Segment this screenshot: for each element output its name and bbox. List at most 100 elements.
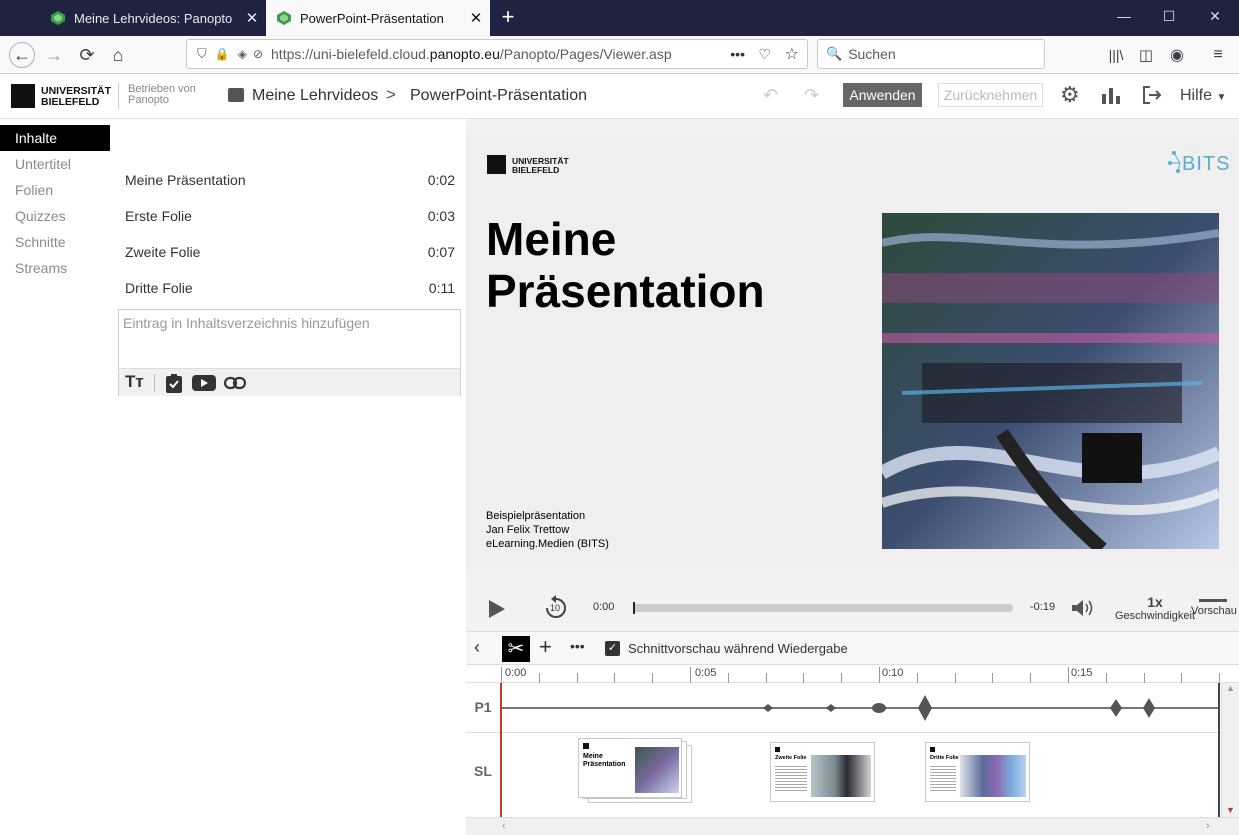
breadcrumb-current: PowerPoint-Präsentation bbox=[410, 87, 587, 104]
current-time: 0:00 bbox=[593, 601, 615, 613]
help-menu[interactable]: Hilfe ▼ bbox=[1180, 87, 1226, 105]
contents-entry[interactable]: Dritte Folie 0:11 bbox=[118, 270, 461, 306]
viewer-panel: UNIVERSITÄT BIELEFELD BITS Meine Präsent… bbox=[466, 119, 1239, 835]
quiz-clipboard-icon[interactable] bbox=[165, 373, 183, 393]
ruler-tick bbox=[614, 673, 616, 683]
apply-button[interactable]: Anwenden bbox=[843, 83, 922, 107]
preview-checkbox-label: Schnittvorschau während Wiedergabe bbox=[628, 641, 848, 656]
pocket-icon[interactable]: ♡ bbox=[758, 46, 771, 63]
minimize-window-icon[interactable]: — bbox=[1114, 8, 1134, 24]
more-options-icon[interactable]: ••• bbox=[570, 638, 585, 654]
shield-icon: ⛉ bbox=[197, 46, 207, 61]
sidebar-item-schnitte[interactable]: Schnitte bbox=[0, 229, 110, 255]
account-icon[interactable]: ◉ bbox=[1165, 43, 1189, 67]
progress-handle[interactable] bbox=[633, 602, 635, 614]
chevron-left-icon[interactable]: ‹ bbox=[474, 637, 480, 658]
add-plus-icon[interactable]: + bbox=[539, 634, 552, 660]
slide-thumbnail[interactable]: Meine Präsentation bbox=[578, 738, 682, 798]
back-arrow-icon[interactable]: ← bbox=[9, 42, 35, 68]
slide-thumbnail[interactable]: Zweite Folie bbox=[770, 742, 875, 802]
browser-tab-powerpoint[interactable]: PowerPoint-Präsentation ✕ bbox=[266, 0, 490, 36]
share-exit-icon[interactable] bbox=[1142, 85, 1162, 105]
home-icon[interactable]: ⌂ bbox=[106, 43, 130, 67]
ruler-tick bbox=[765, 673, 767, 683]
ruler-tick bbox=[1143, 673, 1145, 683]
ruler-tick bbox=[1219, 673, 1221, 683]
new-tab-plus-icon[interactable]: + bbox=[496, 6, 520, 30]
play-icon[interactable] bbox=[488, 599, 506, 619]
library-icon[interactable]: |||\ bbox=[1104, 43, 1128, 67]
bookmark-star-icon[interactable]: ☆ bbox=[785, 44, 799, 64]
preview-grid-icon: ▬▬▬ bbox=[1199, 594, 1227, 605]
volume-icon[interactable] bbox=[1071, 598, 1095, 618]
undo-icon[interactable]: ↶ bbox=[763, 85, 778, 106]
maximize-window-icon[interactable]: ☐ bbox=[1159, 8, 1179, 25]
contents-entry[interactable]: Zweite Folie 0:07 bbox=[118, 234, 461, 270]
revert-button[interactable]: Zurücknehmen bbox=[938, 83, 1043, 107]
search-icon: 🔍 bbox=[826, 46, 843, 61]
vertical-scrollbar[interactable]: ▲ ▼ bbox=[1221, 683, 1239, 817]
sidebar-toggle-icon[interactable]: ◫ bbox=[1134, 43, 1158, 67]
settings-gear-icon[interactable]: ⚙ bbox=[1060, 82, 1080, 108]
menu-hamburger-icon[interactable]: ≡ bbox=[1206, 43, 1230, 67]
add-entry-input[interactable]: Eintrag in Inhaltsverzeichnis hinzufügen bbox=[123, 315, 370, 331]
scroll-up-icon[interactable]: ▲ bbox=[1222, 683, 1239, 693]
ruler-tick bbox=[803, 673, 805, 683]
sidebar-item-quizzes[interactable]: Quizzes bbox=[0, 203, 110, 229]
rewind-10-icon[interactable]: 10 bbox=[544, 594, 568, 620]
header-divider bbox=[118, 83, 119, 109]
progress-bar[interactable] bbox=[633, 602, 1013, 614]
scroll-down-icon[interactable]: ▼ bbox=[1222, 805, 1239, 815]
youtube-icon[interactable] bbox=[192, 375, 216, 391]
preview-checkbox[interactable]: ✓ bbox=[605, 641, 620, 656]
tab-title: PowerPoint-Präsentation bbox=[300, 10, 444, 26]
audio-waveform[interactable] bbox=[500, 683, 1220, 733]
university-logo-icon bbox=[11, 84, 35, 108]
thumb-photo bbox=[960, 755, 1026, 797]
ruler-tick bbox=[1068, 667, 1069, 683]
breadcrumb-separator: > bbox=[386, 85, 396, 104]
thumb-photo bbox=[811, 755, 871, 797]
left-panel: Inhalte Untertitel Folien Quizzes Schnit… bbox=[0, 119, 466, 835]
contents-entry[interactable]: Meine Präsentation 0:02 bbox=[118, 162, 461, 198]
ruler-tick bbox=[879, 667, 880, 683]
stats-bar-chart-icon[interactable] bbox=[1102, 86, 1120, 104]
browser-tab-lehrvideos[interactable]: Meine Lehrvideos: Panopto ✕ bbox=[40, 0, 266, 36]
url-text[interactable]: https://uni-bielefeld.cloud.panopto.eu/P… bbox=[271, 46, 701, 62]
browser-tab-bar: Meine Lehrvideos: Panopto ✕ PowerPoint-P… bbox=[0, 0, 1239, 36]
search-input[interactable]: 🔍 Suchen bbox=[817, 39, 1045, 69]
slide-footer: Beispielpräsentation Jan Felix Trettow e… bbox=[486, 510, 609, 550]
scroll-right-icon[interactable]: › bbox=[1206, 820, 1210, 832]
thumb-text-lines bbox=[775, 764, 807, 792]
sidebar-item-streams[interactable]: Streams bbox=[0, 255, 110, 281]
close-window-icon[interactable]: ✕ bbox=[1205, 8, 1225, 25]
slide-university-logo-icon bbox=[487, 155, 506, 174]
reload-icon[interactable]: ⟳ bbox=[75, 43, 99, 67]
lock-icon: 🔒 bbox=[214, 47, 230, 61]
sidebar-item-untertitel[interactable]: Untertitel bbox=[0, 151, 110, 177]
close-tab-icon[interactable]: ✕ bbox=[462, 9, 490, 27]
text-format-icon[interactable]: Tт bbox=[125, 372, 144, 392]
chevron-down-icon: ▼ bbox=[1216, 92, 1227, 103]
contents-entry[interactable]: Erste Folie 0:03 bbox=[118, 198, 461, 234]
preview-toggle[interactable]: ▬▬▬ Vorschau bbox=[1191, 594, 1239, 617]
ruler-tick bbox=[727, 673, 729, 683]
timeline-end-marker bbox=[1218, 683, 1220, 817]
ruler-tick bbox=[1181, 673, 1183, 683]
breadcrumb-folder[interactable]: Meine Lehrvideos bbox=[252, 87, 378, 105]
timeline-ruler: 0:00 0:05 0:10 0:15 bbox=[466, 665, 1239, 683]
slide-thumbnail[interactable]: Dritte Folie bbox=[925, 742, 1030, 802]
close-tab-icon[interactable]: ✕ bbox=[238, 9, 266, 27]
page-actions-icon[interactable]: ••• bbox=[730, 46, 745, 62]
redo-icon[interactable]: ↷ bbox=[804, 85, 819, 106]
url-bar[interactable]: ⛉ 🔒 ◈ ⊘ https://uni-bielefeld.cloud.pano… bbox=[186, 39, 808, 69]
add-contents-entry-box: Eintrag in Inhaltsverzeichnis hinzufügen… bbox=[118, 309, 461, 396]
sidebar-item-inhalte[interactable]: Inhalte bbox=[0, 125, 110, 151]
scroll-left-icon[interactable]: ‹ bbox=[502, 820, 506, 832]
horizontal-scrollbar[interactable]: ‹ › bbox=[466, 817, 1239, 835]
sidebar-item-folien[interactable]: Folien bbox=[0, 177, 110, 203]
link-icon[interactable] bbox=[224, 376, 246, 390]
playhead-marker[interactable] bbox=[500, 683, 502, 817]
forward-arrow-icon[interactable]: → bbox=[42, 43, 66, 67]
cut-scissors-icon[interactable]: ✂ bbox=[502, 636, 530, 662]
